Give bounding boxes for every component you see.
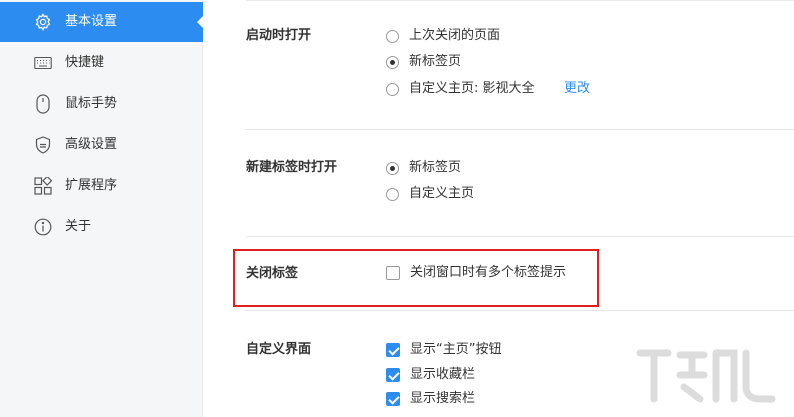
- radio-button[interactable]: [386, 187, 399, 201]
- highlight-annotation-box: [233, 249, 599, 307]
- sidebar-item-about[interactable]: 关于: [0, 207, 203, 247]
- radio-button[interactable]: [386, 29, 399, 43]
- startup-option-last-session[interactable]: 上次关闭的页面: [386, 27, 500, 45]
- sidebar-item-advanced-settings[interactable]: 高级设置: [0, 125, 203, 165]
- sidebar-item-label: 高级设置: [65, 137, 118, 152]
- radio-button[interactable]: [386, 161, 399, 175]
- startup-section-title: 启动时打开: [246, 28, 312, 43]
- startup-option-custom-homepage[interactable]: 自定义主页: 影视大全: [386, 80, 535, 98]
- ui-option-show-bookmarks-bar[interactable]: 显示收藏栏: [386, 366, 475, 384]
- sidebar-item-label: 扩展程序: [65, 178, 118, 193]
- ui-option-show-home-button[interactable]: 显示“主页”按钮: [386, 341, 501, 359]
- startup-option-new-tab[interactable]: 新标签页: [386, 53, 461, 71]
- newtab-option-custom-homepage[interactable]: 自定义主页: [386, 185, 474, 203]
- sidebar-item-shortcuts[interactable]: 快捷键: [0, 43, 203, 83]
- sidebar: 基本设置 快捷键 鼠标手势 高级设置 扩展程序 关于: [0, 0, 204, 417]
- watermark-logo: [636, 349, 776, 403]
- checkbox[interactable]: [386, 368, 400, 382]
- sidebar-item-label: 关于: [65, 219, 92, 234]
- checkbox[interactable]: [386, 343, 400, 357]
- sidebar-item-label: 鼠标手势: [65, 96, 118, 111]
- top-divider: [246, 0, 794, 1]
- checkbox[interactable]: [386, 392, 400, 406]
- radio-button[interactable]: [386, 82, 399, 96]
- gear-icon: [33, 13, 53, 31]
- keyboard-icon: [33, 54, 53, 72]
- section-divider: [246, 310, 794, 311]
- section-divider: [246, 129, 794, 130]
- sidebar-item-mouse-gestures[interactable]: 鼠标手势: [0, 84, 203, 124]
- ui-option-show-search-bar[interactable]: 显示搜索栏: [386, 390, 475, 408]
- newtab-section-title: 新建标签时打开: [246, 160, 338, 175]
- mouse-icon: [33, 94, 53, 114]
- radio-button[interactable]: [386, 55, 399, 69]
- section-divider: [246, 236, 794, 237]
- sidebar-item-extensions[interactable]: 扩展程序: [0, 166, 203, 206]
- ui-section-title: 自定义界面: [246, 342, 312, 357]
- newtab-option-new-tab[interactable]: 新标签页: [386, 159, 461, 177]
- shield-icon: [33, 136, 53, 154]
- info-icon: [33, 218, 53, 236]
- sidebar-item-basic-settings[interactable]: 基本设置: [0, 2, 204, 42]
- sidebar-item-label: 快捷键: [65, 55, 105, 70]
- change-homepage-link[interactable]: 更改: [564, 80, 590, 98]
- extensions-icon: [33, 177, 53, 195]
- sidebar-item-label: 基本设置: [65, 14, 118, 29]
